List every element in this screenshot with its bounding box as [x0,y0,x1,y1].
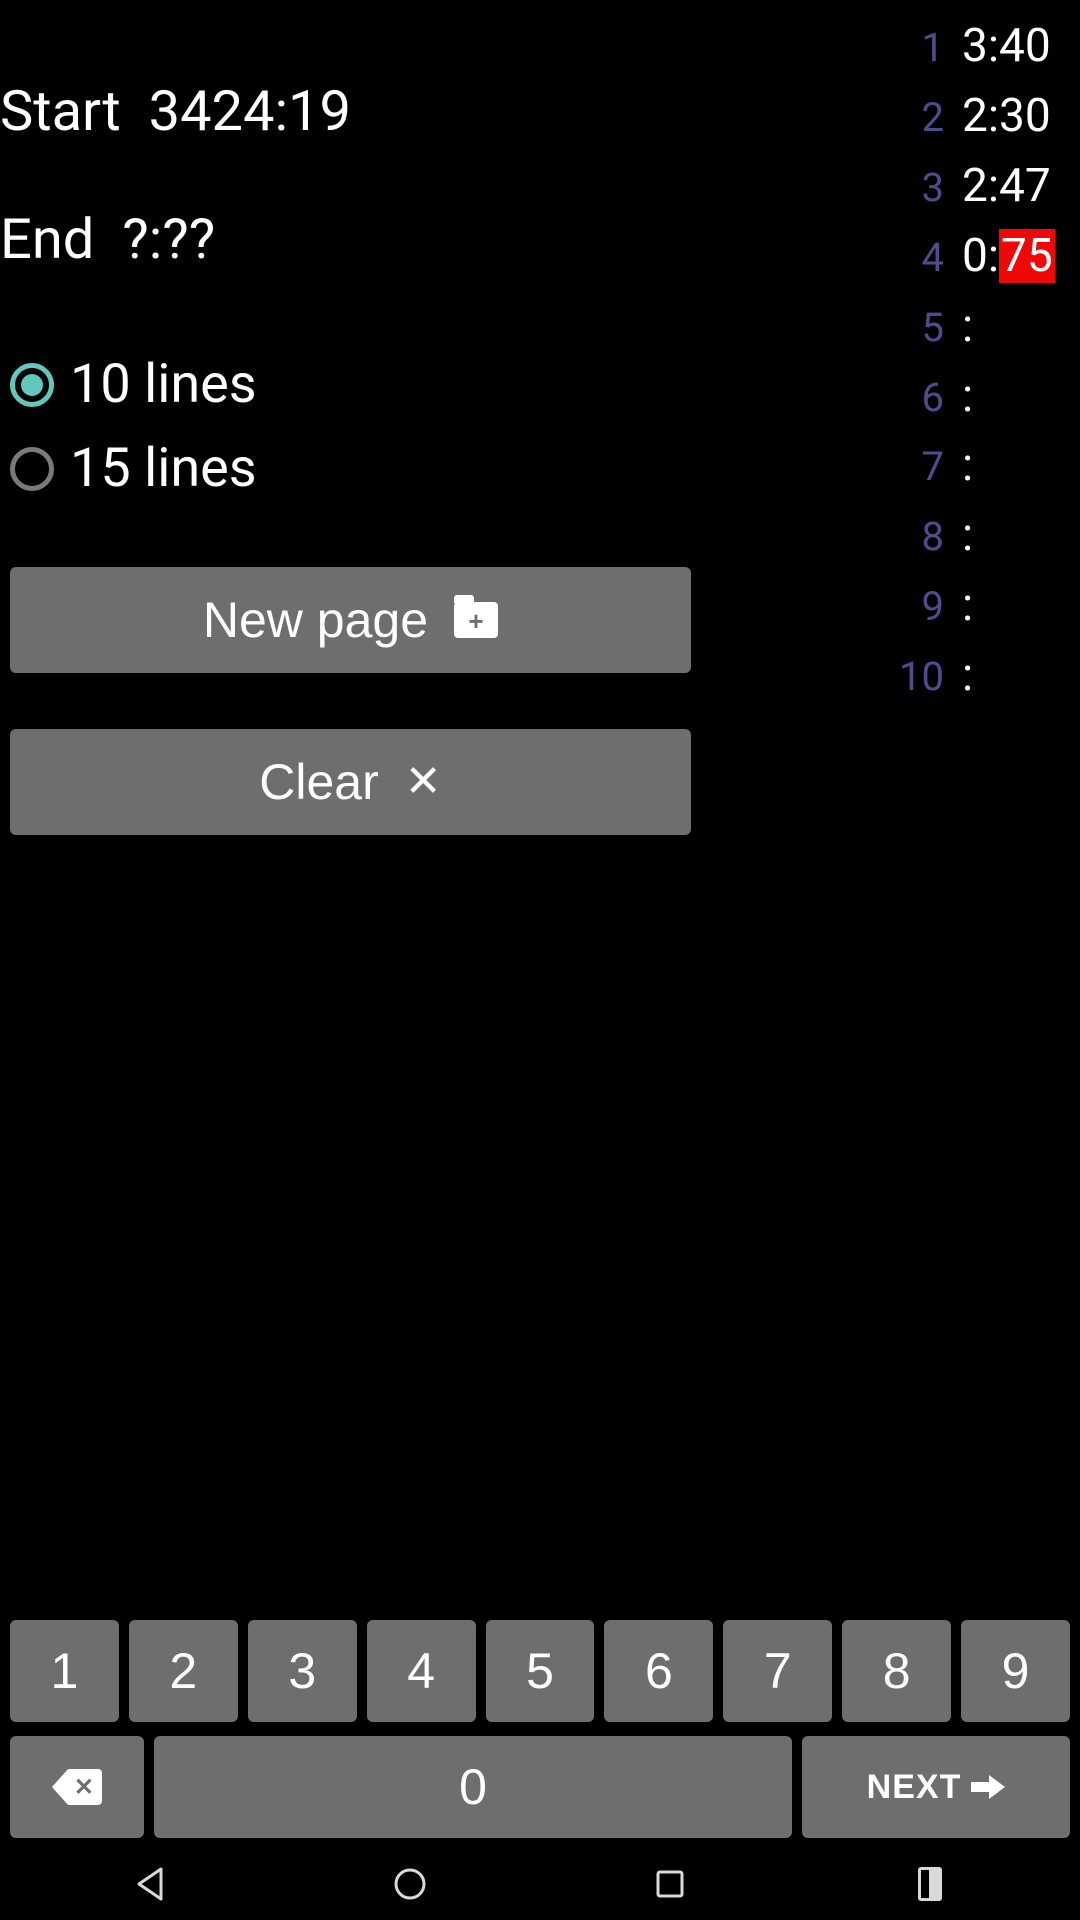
time-row[interactable]: 10: [701,641,1068,711]
key-6[interactable]: 6 [604,1620,713,1722]
time-row[interactable]: 5: [701,292,1068,362]
time-row[interactable]: 32:47 [701,152,1068,222]
time-colon: : [962,578,973,632]
android-navbar [0,1848,1080,1920]
end-value: ?:?? [122,206,215,272]
folder-add-icon: + [454,602,498,638]
end-label: End [0,206,94,272]
key-9[interactable]: 9 [961,1620,1070,1722]
time-colon: : [988,89,999,143]
time-min: 0 [962,229,988,283]
nav-screenshot-button[interactable] [904,1858,956,1910]
time-min: 3 [962,19,988,73]
screenshot-icon [918,1867,942,1901]
time-value: 0:75 [962,222,1068,292]
time-value: : [962,292,1068,362]
time-row[interactable]: 6: [701,362,1068,432]
time-value: 2:30 [962,82,1068,152]
radio-selected-icon [10,363,54,407]
clear-button[interactable]: Clear ✕ [10,729,691,835]
time-index: 4 [900,228,944,289]
time-value: : [962,501,1068,571]
key-8[interactable]: 8 [842,1620,951,1722]
key-2[interactable]: 2 [129,1620,238,1722]
time-index: 1 [900,18,944,79]
time-row[interactable]: 40:75 [701,222,1068,292]
radio-15-lines[interactable]: 15 lines [10,427,701,511]
time-index: 2 [900,88,944,149]
new-page-label: New page [203,591,428,649]
time-colon: : [962,648,973,702]
time-value: : [962,571,1068,641]
nav-recents-button[interactable] [644,1858,696,1910]
time-colon: : [988,19,999,73]
radio-10-lines[interactable]: 10 lines [10,343,701,427]
time-sec: 40 [999,19,1051,73]
time-index: 7 [900,437,944,498]
arrow-right-icon [971,1773,1005,1801]
time-colon: : [962,508,973,562]
key-next[interactable]: NEXT [802,1736,1070,1838]
time-value: 2:47 [962,152,1068,222]
time-row[interactable]: 7: [701,431,1068,501]
radio-15-label: 15 lines [70,427,257,511]
key-1[interactable]: 1 [10,1620,119,1722]
time-row[interactable]: 22:30 [701,82,1068,152]
time-colon: : [962,369,973,423]
key-4[interactable]: 4 [367,1620,476,1722]
time-colon: : [988,159,999,213]
key-0[interactable]: 0 [154,1736,792,1838]
time-sec: 75 [999,229,1055,283]
key-next-label: NEXT [867,1768,962,1807]
key-7[interactable]: 7 [723,1620,832,1722]
start-label: Start [0,78,121,144]
clear-label: Clear [259,753,378,811]
time-row[interactable]: 13:40 [701,12,1068,82]
key-3[interactable]: 3 [248,1620,357,1722]
key-backspace[interactable]: ✕ [10,1736,144,1838]
radio-10-label: 10 lines [70,343,257,427]
time-colon: : [962,438,973,492]
time-index: 5 [900,298,944,359]
backspace-icon: ✕ [52,1769,102,1805]
keypad: 1 2 3 4 5 6 7 8 9 ✕ 0 NEXT [0,1610,1080,1848]
time-value: : [962,362,1068,432]
end-row: End ?:?? [0,202,701,278]
time-colon: : [962,299,973,353]
time-value: : [962,431,1068,501]
time-index: 10 [899,647,944,708]
time-value: : [962,641,1068,711]
time-sec: 47 [999,159,1051,213]
key-5[interactable]: 5 [486,1620,595,1722]
start-value: 3424:19 [149,78,351,144]
time-index: 3 [900,158,944,219]
time-min: 2 [962,159,988,213]
time-list: 13:4022:3032:4740:755:6:7:8:9:10: [701,12,1068,711]
nav-home-button[interactable] [384,1858,436,1910]
new-page-button[interactable]: New page + [10,567,691,673]
time-index: 8 [900,507,944,568]
start-row: Start 3424:19 [0,74,701,150]
close-icon: ✕ [405,760,442,804]
time-min: 2 [962,89,988,143]
radio-unselected-icon [10,447,54,491]
nav-back-button[interactable] [124,1858,176,1910]
time-colon: : [988,229,999,283]
time-row[interactable]: 9: [701,571,1068,641]
time-value: 3:40 [962,12,1068,82]
time-index: 9 [900,577,944,638]
time-index: 6 [900,368,944,429]
time-sec: 30 [999,89,1051,143]
time-row[interactable]: 8: [701,501,1068,571]
